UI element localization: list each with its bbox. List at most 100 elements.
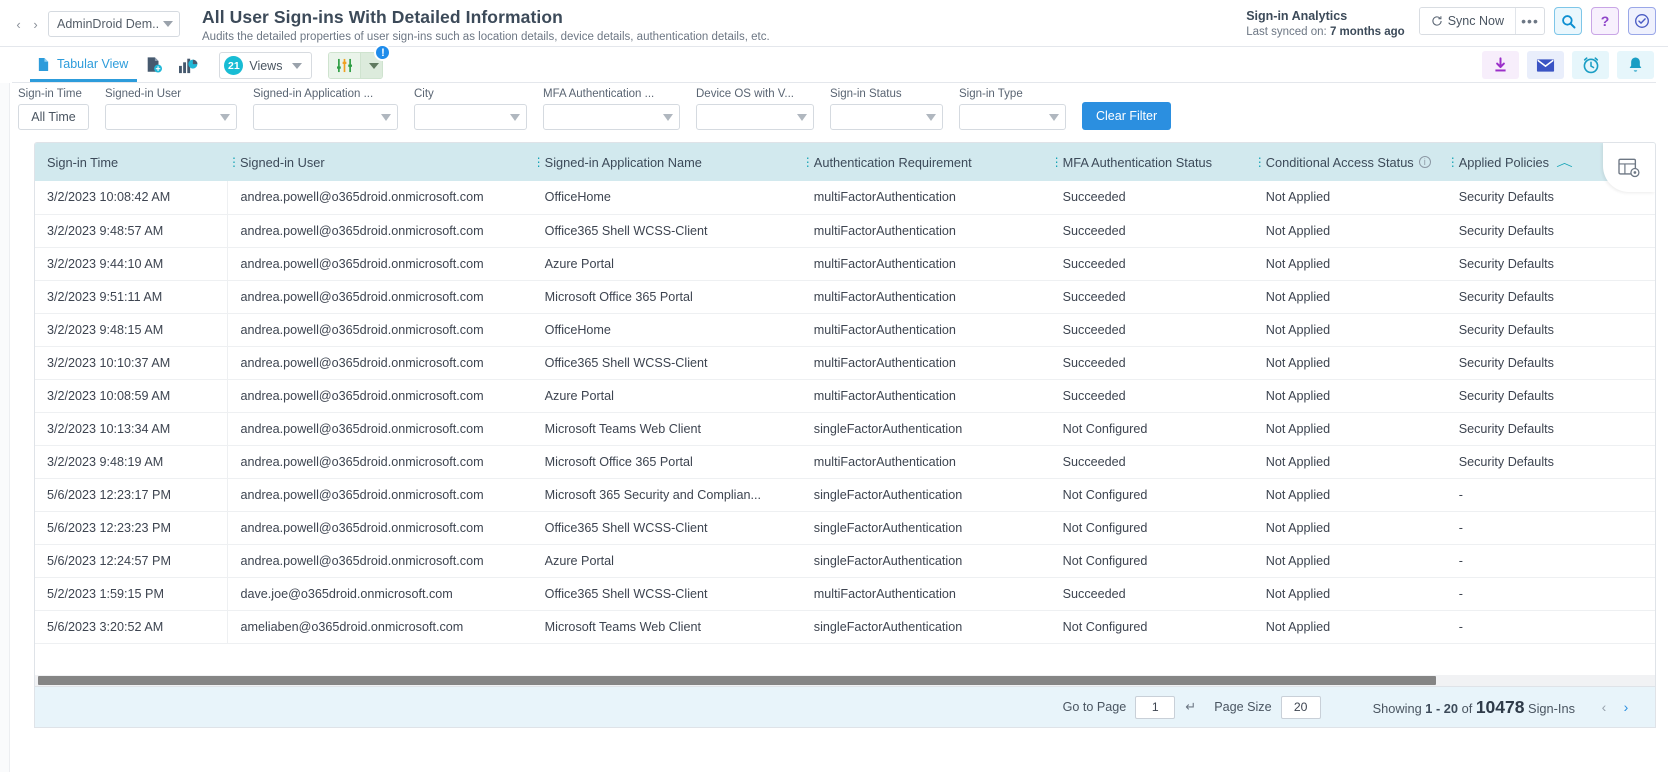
cell-application: Microsoft Office 365 Portal [532, 280, 802, 314]
nav-back-button[interactable]: ‹ [10, 11, 27, 37]
table-row[interactable]: 5/2/2023 1:59:15 PM dave.joe@o365droid.on… [35, 577, 1655, 611]
table-row[interactable]: 3/2/2023 10:13:34 AM andrea.powell@o365dr… [35, 412, 1655, 446]
table-row[interactable]: 5/6/2023 12:23:17 PM andrea.powell@o365dr… [35, 478, 1655, 512]
sync-button-group: Sync Now ••• [1418, 7, 1545, 35]
filter-label: City [414, 88, 434, 100]
cell-signed-in-user: andrea.powell@o365droid.onmicrosoft.com [227, 478, 533, 512]
report-export-icon [148, 57, 163, 73]
chevron-down-icon [368, 62, 379, 69]
grid-settings-button[interactable] [1603, 143, 1655, 192]
cell-auth-requirement: multiFactorAuthentication [801, 280, 1051, 314]
table-row[interactable]: 3/2/2023 9:48:15 AM andrea.powell@o365dro… [35, 313, 1655, 347]
column-header-signed-in-user[interactable]: ⋮ Signed-in User [227, 143, 533, 181]
city-select[interactable] [414, 104, 527, 130]
column-resize-handle[interactable]: ⋮ [802, 156, 814, 168]
column-header-mfa-authentication-status[interactable]: ⋮ MFA Authentication Status [1050, 143, 1254, 181]
column-resize-handle[interactable]: ⋮ [1254, 156, 1266, 168]
sign-in-status-select[interactable] [830, 104, 943, 130]
table-row[interactable]: 3/2/2023 9:44:10 AM andrea.powell@o365dro… [35, 247, 1655, 281]
top-bar: ‹ › AdminDroid Dem... All User Sign-ins … [0, 0, 1668, 47]
chevron-down-icon [797, 113, 807, 121]
cell-application: Azure Portal [532, 247, 802, 281]
table-row[interactable]: 3/2/2023 10:08:42 AM andrea.powell@o365dr… [35, 181, 1655, 215]
sign-in-type-select[interactable] [959, 104, 1066, 130]
cell-mfa-status: Not Configured [1050, 610, 1254, 644]
help-button[interactable]: ? [1591, 7, 1619, 35]
table-row[interactable]: 5/6/2023 12:24:57 PM andrea.powell@o365dr… [35, 544, 1655, 578]
filter-settings-button[interactable] [329, 53, 361, 78]
table-row[interactable]: 3/2/2023 10:08:59 AM andrea.powell@o365dr… [35, 379, 1655, 413]
search-button[interactable] [1554, 7, 1582, 35]
device-os-select[interactable] [696, 104, 814, 130]
cell-mfa-status: Succeeded [1050, 214, 1254, 248]
alert-button[interactable] [1617, 51, 1654, 79]
status-check-button[interactable] [1628, 7, 1656, 35]
cell-signed-in-user: andrea.powell@o365droid.onmicrosoft.com [227, 247, 533, 281]
column-header-signed-in-application-name[interactable]: ⋮ Signed-in Application Name [532, 143, 802, 181]
bell-icon [1629, 57, 1642, 72]
go-to-page-label: Go to Page [1062, 700, 1127, 714]
chart-view-button[interactable] [171, 50, 205, 80]
cell-sign-in-time: 3/2/2023 10:10:37 AM [35, 346, 229, 380]
check-circle-icon [1635, 14, 1649, 28]
table-row[interactable]: 5/6/2023 3:20:52 AM ameliaben@o365droid.o… [35, 610, 1655, 644]
horizontal-scrollbar[interactable] [35, 675, 1655, 686]
go-to-page-submit[interactable]: ↵ [1185, 699, 1196, 715]
filter-bar: Sign-in Time All Time Signed-in User Sig… [0, 83, 1668, 138]
cell-sign-in-time: 3/2/2023 9:51:11 AM [35, 280, 229, 314]
tab-tabular-view[interactable]: Tabular View [30, 49, 138, 82]
prev-page-button[interactable]: ‹ [1593, 694, 1615, 720]
filter-device-os: Device OS with V... [696, 87, 814, 130]
signed-in-application-select[interactable] [253, 104, 398, 130]
cell-signed-in-user: andrea.powell@o365droid.onmicrosoft.com [227, 511, 533, 545]
cell-applied-policies: - [1446, 478, 1655, 512]
schedule-clock-icon [1583, 57, 1598, 74]
cell-mfa-status: Not Configured [1050, 412, 1254, 446]
scrollbar-thumb[interactable] [38, 676, 1436, 685]
table-row[interactable]: 5/6/2023 12:23:23 PM andrea.powell@o365dr… [35, 511, 1655, 545]
column-resize-handle[interactable]: ⋮ [1051, 156, 1063, 168]
sign-in-time-button[interactable]: All Time [18, 104, 89, 130]
tenant-selector[interactable]: AdminDroid Dem... [48, 11, 180, 37]
last-synced-value: 7 months ago [1329, 26, 1405, 38]
schedule-button[interactable] [1572, 51, 1609, 79]
mfa-authentication-select[interactable] [543, 104, 680, 130]
go-to-page-input[interactable]: 1 [1135, 695, 1176, 719]
clear-filter-button[interactable]: Clear Filter [1082, 102, 1172, 130]
cell-signed-in-user: andrea.powell@o365droid.onmicrosoft.com [227, 379, 533, 413]
table-row[interactable]: 3/2/2023 9:51:11 AM andrea.powell@o365dro… [35, 280, 1655, 314]
nav-forward-button[interactable]: › [27, 11, 44, 37]
cell-sign-in-time: 3/2/2023 10:08:59 AM [35, 379, 229, 413]
column-label: Signed-in User [239, 154, 325, 170]
table-row[interactable]: 3/2/2023 9:48:19 AM andrea.powell@o365dro… [35, 445, 1655, 479]
column-header-authentication-requirement[interactable]: ⋮ Authentication Requirement [801, 143, 1051, 181]
signed-in-user-select[interactable] [105, 104, 237, 130]
filter-label: Sign-in Time [18, 88, 82, 100]
column-resize-handle[interactable]: ⋮ [533, 156, 545, 168]
sync-more-button[interactable]: ••• [1515, 8, 1544, 34]
info-icon[interactable]: i [1418, 156, 1431, 168]
page-size-input[interactable]: 20 [1280, 695, 1321, 719]
cell-mfa-status: Succeeded [1050, 577, 1254, 611]
cell-signed-in-user: dave.joe@o365droid.onmicrosoft.com [227, 577, 533, 611]
column-header-conditional-access-status[interactable]: ⋮ Conditional Access Status i [1253, 143, 1447, 181]
views-button[interactable]: 21 Views [219, 52, 313, 79]
cell-mfa-status: Succeeded [1050, 280, 1254, 314]
column-resize-handle[interactable]: ⋮ [1447, 156, 1459, 168]
download-button[interactable] [1482, 51, 1519, 79]
table-row[interactable]: 3/2/2023 9:48:57 AM andrea.powell@o365dro… [35, 214, 1655, 248]
email-button[interactable] [1527, 51, 1564, 79]
tenant-name: AdminDroid Dem... [57, 17, 159, 31]
cell-auth-requirement: multiFactorAuthentication [801, 313, 1051, 347]
search-icon [1561, 14, 1575, 28]
email-icon [1536, 58, 1555, 72]
column-resize-handle[interactable]: ⋮ [228, 156, 240, 168]
next-page-button[interactable]: › [1615, 694, 1637, 720]
column-header-sign-in-time[interactable]: Sign-in Time [35, 143, 228, 181]
cell-applied-policies: Security Defaults [1446, 313, 1655, 347]
cell-sign-in-time: 3/2/2023 10:08:42 AM [35, 181, 229, 215]
table-row[interactable]: 3/2/2023 10:10:37 AM andrea.powell@o365dr… [35, 346, 1655, 380]
chevron-down-icon [1049, 113, 1059, 121]
export-report-button[interactable] [137, 50, 171, 80]
sync-now-button[interactable]: Sync Now [1419, 8, 1515, 34]
